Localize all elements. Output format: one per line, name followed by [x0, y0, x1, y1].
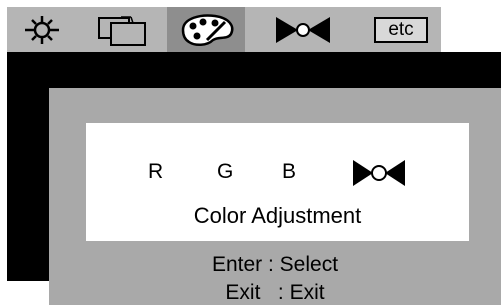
bowtie-icon	[353, 160, 405, 186]
tab-etc[interactable]: etc	[361, 7, 441, 52]
channel-r[interactable]: R	[148, 160, 163, 184]
tab-brightness[interactable]	[7, 7, 77, 52]
etc-icon: etc	[374, 16, 428, 43]
help-enter: Enter : Select	[211, 253, 339, 276]
tab-color[interactable]	[167, 7, 245, 52]
brightness-icon	[25, 15, 59, 44]
palette-icon	[181, 13, 234, 46]
adjustment-selector: R G B Color Adjustment	[86, 123, 469, 241]
panel-title: Color Adjustment	[193, 203, 362, 228]
color-adjustment-panel: R G B Color Adjustment Enter : Select Ex…	[49, 88, 501, 305]
tab-bowtie[interactable]	[245, 7, 361, 52]
bowtie-icon	[276, 16, 330, 43]
etc-label: etc	[388, 18, 414, 40]
tab-windows[interactable]	[77, 7, 167, 52]
channel-g[interactable]: G	[217, 160, 233, 184]
help-exit: Exit : Exit	[225, 281, 325, 304]
osd-tab-bar: etc	[7, 7, 441, 52]
preset-option[interactable]	[351, 158, 407, 188]
channel-b[interactable]: B	[282, 160, 296, 184]
windows-icon	[98, 15, 146, 46]
